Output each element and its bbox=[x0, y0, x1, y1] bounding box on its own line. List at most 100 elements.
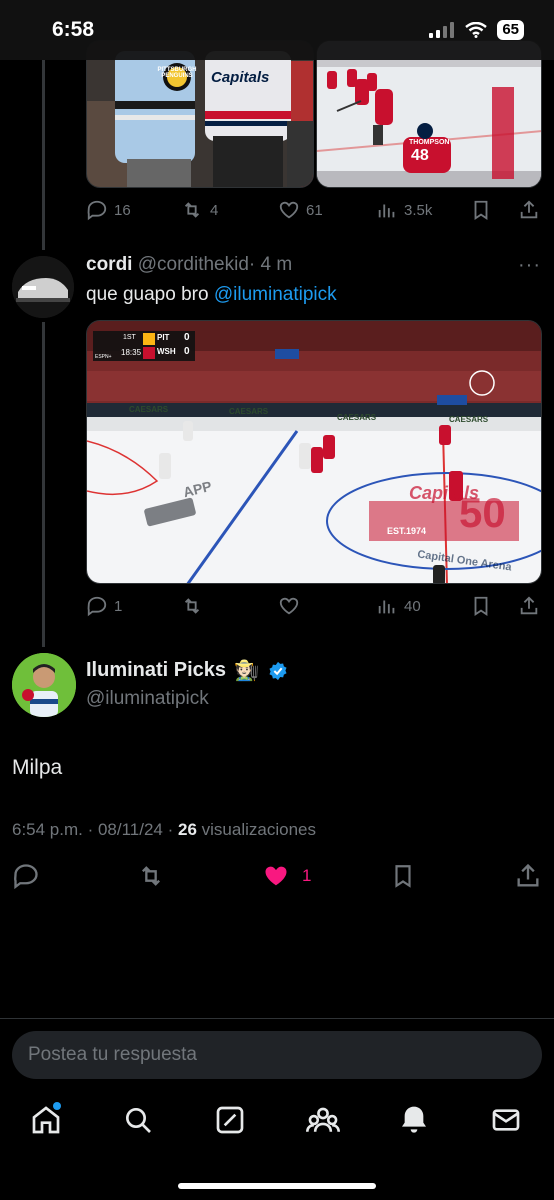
bookmark-icon bbox=[395, 865, 411, 888]
reply-count: 16 bbox=[114, 201, 131, 219]
reply-header: cordi @cordithekid· 4 m bbox=[86, 254, 292, 276]
share-icon bbox=[520, 200, 538, 219]
tab-communities[interactable] bbox=[306, 1104, 340, 1141]
like-button[interactable]: 1 bbox=[262, 862, 311, 890]
reply-display-name[interactable]: cordi bbox=[86, 254, 132, 275]
heart-icon bbox=[279, 597, 299, 615]
scoreboard-team1: PIT bbox=[157, 333, 170, 342]
wifi-icon bbox=[465, 22, 488, 38]
jersey-number: 48 bbox=[411, 147, 429, 164]
rink-photo-right bbox=[317, 41, 541, 187]
like-button[interactable] bbox=[278, 595, 300, 617]
tab-home[interactable] bbox=[30, 1102, 62, 1141]
reply-handle[interactable]: @cordithekid bbox=[138, 254, 249, 275]
reply-time[interactable]: 4 m bbox=[261, 254, 293, 275]
reply-mention-link[interactable]: @iluminatipick bbox=[214, 284, 337, 305]
status-bar: 6:58 65 bbox=[0, 0, 554, 60]
thread-line-top bbox=[42, 60, 45, 250]
views-button[interactable]: 3.5k bbox=[376, 199, 432, 221]
cordi-avatar[interactable] bbox=[12, 256, 74, 318]
signal-icon bbox=[429, 22, 455, 38]
views-icon bbox=[378, 204, 395, 218]
center-ice-est: EST.1974 bbox=[387, 526, 427, 536]
like-button[interactable]: 61 bbox=[278, 199, 323, 221]
player-avatar-image bbox=[12, 653, 76, 717]
main-avatar[interactable] bbox=[12, 653, 76, 717]
reply-text: que guapo bro @iluminatipick bbox=[86, 284, 337, 306]
farmer-emoji-icon: 🧑🏻‍🌾 bbox=[234, 660, 259, 682]
tab-grok[interactable] bbox=[214, 1104, 246, 1141]
views-button[interactable]: 40 bbox=[376, 595, 421, 617]
reply-button[interactable] bbox=[12, 862, 40, 895]
bookmark-button[interactable] bbox=[470, 199, 492, 221]
retweet-button[interactable] bbox=[180, 595, 204, 617]
reply-count: 1 bbox=[114, 597, 123, 615]
bell-icon bbox=[402, 1106, 426, 1133]
bookmark-button[interactable] bbox=[390, 862, 416, 895]
center-ice-fifty: 50 bbox=[459, 489, 506, 536]
main-handle[interactable]: @iluminatipick bbox=[86, 688, 209, 710]
scoreboard-period: 1ST bbox=[123, 334, 136, 341]
main-tweet-meta: 6:54 p.m. · 08/11/24 · 26 visualizacione… bbox=[12, 820, 316, 840]
communities-icon bbox=[306, 1107, 340, 1132]
scoreboard-score1: 0 bbox=[184, 332, 190, 343]
retweet-icon bbox=[184, 202, 200, 218]
grok-icon bbox=[216, 1106, 244, 1134]
tab-notifications[interactable] bbox=[398, 1104, 430, 1141]
bookmark-icon bbox=[474, 200, 488, 220]
reply-button[interactable]: 16 bbox=[86, 199, 131, 221]
views-label: visualizaciones bbox=[196, 820, 316, 839]
status-time: 6:58 bbox=[52, 18, 95, 41]
home-notification-dot bbox=[53, 1102, 61, 1110]
reply-text-body: que guapo bro bbox=[86, 284, 214, 305]
reply-separator: · bbox=[248, 254, 256, 275]
main-tweet-text: Milpa bbox=[12, 756, 63, 779]
scoreboard-clock: 18:35 bbox=[121, 348, 142, 357]
scoreboard-network: ESPN+ bbox=[95, 354, 112, 360]
top-tweet-photo-left[interactable]: PITTSBURGH PENGUINS Capitals bbox=[86, 40, 314, 188]
main-display-name-row[interactable]: Iluminati Picks 🧑🏻‍🌾 bbox=[86, 658, 289, 683]
views-icon bbox=[378, 600, 395, 614]
like-count: 1 bbox=[302, 866, 312, 885]
bookmark-icon bbox=[474, 596, 488, 616]
share-button[interactable] bbox=[518, 199, 540, 221]
board-ad-3: CAESARS bbox=[337, 413, 377, 422]
bottom-divider bbox=[0, 1018, 554, 1019]
comment-icon bbox=[87, 200, 107, 221]
share-icon bbox=[517, 863, 539, 887]
mail-icon bbox=[492, 1109, 520, 1131]
search-icon bbox=[126, 1108, 151, 1133]
battery-icon: 65 bbox=[497, 20, 524, 40]
board-ad-1: CAESARS bbox=[129, 405, 169, 414]
board-ad-4: CAESARS bbox=[449, 415, 489, 424]
car-avatar-image bbox=[12, 256, 74, 318]
share-button[interactable] bbox=[518, 595, 540, 617]
tab-search[interactable] bbox=[122, 1104, 154, 1141]
retweet-button[interactable] bbox=[136, 862, 166, 895]
jersey-text-capitals: Capitals bbox=[211, 69, 270, 86]
share-button[interactable] bbox=[514, 862, 542, 895]
main-tweet-actions: 1 bbox=[0, 862, 554, 892]
scoreboard-score2: 0 bbox=[184, 346, 190, 357]
reply-photo[interactable]: 1ST 18:35 ESPN+ PIT 0 WSH 0 CAESARS CAES… bbox=[86, 320, 542, 584]
thread-line-middle bbox=[42, 322, 45, 647]
verified-badge-icon bbox=[269, 661, 287, 680]
main-display-name: Iluminati Picks bbox=[86, 659, 227, 681]
heart-icon bbox=[279, 201, 299, 219]
board-ad-2: CAESARS bbox=[229, 407, 269, 416]
home-indicator bbox=[178, 1183, 376, 1189]
retweet-icon bbox=[142, 866, 160, 886]
retweet-button[interactable]: 4 bbox=[180, 199, 218, 221]
more-options-icon[interactable]: ··· bbox=[518, 254, 541, 277]
reply-button[interactable]: 1 bbox=[86, 595, 122, 617]
main-timestamp[interactable]: 6:54 p.m. · 08/11/24 · bbox=[12, 820, 178, 839]
reply-input[interactable]: Postea tu respuesta bbox=[12, 1031, 542, 1079]
retweet-count: 4 bbox=[210, 201, 219, 219]
top-tweet-actions: 16 4 61 3.5k bbox=[86, 197, 542, 223]
bookmark-button[interactable] bbox=[470, 595, 492, 617]
like-count: 61 bbox=[306, 201, 323, 219]
tab-messages[interactable] bbox=[490, 1104, 522, 1141]
views-count[interactable]: 26 bbox=[178, 820, 197, 839]
top-tweet-photo-right[interactable]: THOMPSON 48 bbox=[316, 40, 542, 188]
comment-icon bbox=[87, 596, 107, 617]
